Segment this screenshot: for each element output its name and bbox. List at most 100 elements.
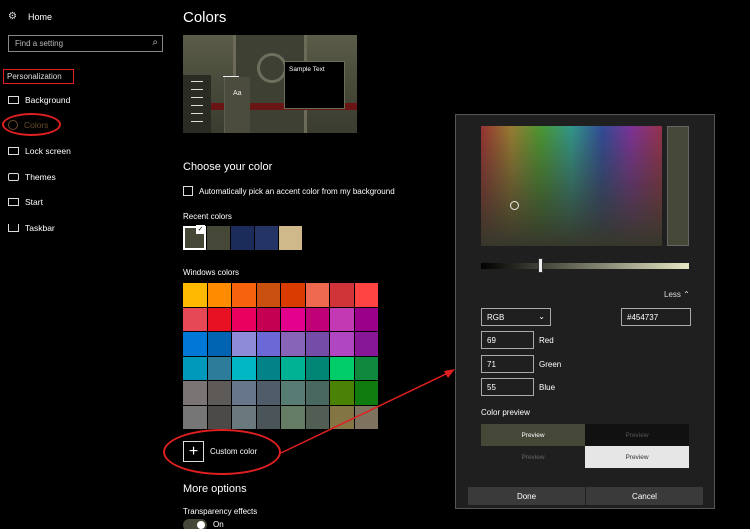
preview-tile: Aa (224, 77, 250, 133)
sidebar-item-start[interactable]: Start (8, 197, 43, 207)
windows-color-swatch[interactable] (256, 381, 280, 405)
windows-color-swatch[interactable] (207, 405, 231, 429)
windows-color-swatch[interactable] (305, 405, 329, 429)
sidebar-item-label: Taskbar (25, 223, 55, 233)
red-input[interactable]: 69 (481, 331, 534, 349)
windows-color-swatch[interactable] (183, 405, 207, 429)
windows-color-swatch[interactable] (183, 356, 207, 380)
annotation-circle-custom (163, 429, 281, 475)
recent-color-swatch[interactable] (255, 226, 278, 250)
windows-color-swatch[interactable] (330, 332, 354, 356)
windows-color-swatch[interactable] (281, 332, 305, 356)
windows-color-swatch[interactable] (354, 307, 378, 331)
sidebar-item-taskbar[interactable]: Taskbar (8, 223, 55, 233)
search-placeholder: Find a setting (15, 39, 64, 48)
sidebar-item-lock-screen[interactable]: Lock screen (8, 146, 71, 156)
windows-color-swatch[interactable] (281, 307, 305, 331)
windows-color-swatch[interactable] (232, 307, 256, 331)
windows-color-swatch[interactable] (354, 356, 378, 380)
windows-color-swatch[interactable] (305, 332, 329, 356)
windows-color-swatch[interactable] (330, 356, 354, 380)
windows-color-swatch[interactable] (330, 307, 354, 331)
windows-color-swatch[interactable] (281, 356, 305, 380)
windows-color-swatch[interactable] (183, 381, 207, 405)
preview-light-bg: Preview (585, 446, 689, 468)
windows-color-swatch[interactable] (232, 405, 256, 429)
windows-color-swatch[interactable] (281, 381, 305, 405)
spectrum-cursor[interactable] (510, 201, 519, 210)
windows-colors-grid (183, 283, 378, 429)
green-input[interactable]: 71 (481, 355, 534, 373)
taskbar-icon (8, 224, 19, 232)
windows-color-swatch[interactable] (330, 405, 354, 429)
more-options-heading: More options (183, 483, 247, 495)
windows-color-swatch[interactable] (330, 381, 354, 405)
brightness-slider-thumb[interactable] (538, 258, 543, 273)
windows-color-swatch[interactable] (305, 356, 329, 380)
windows-color-swatch[interactable] (305, 381, 329, 405)
windows-color-swatch[interactable] (256, 332, 280, 356)
sidebar-item-background[interactable]: Background (8, 95, 70, 105)
windows-color-swatch[interactable] (281, 283, 305, 307)
windows-color-swatch[interactable] (354, 405, 378, 429)
auto-pick-option[interactable]: Automatically pick an accent color from … (183, 186, 395, 196)
recent-color-swatch[interactable] (183, 225, 206, 250)
home-label: Home (28, 11, 53, 22)
windows-color-swatch[interactable] (207, 307, 231, 331)
windows-color-swatch[interactable] (232, 356, 256, 380)
windows-color-swatch[interactable] (256, 307, 280, 331)
windows-color-swatch[interactable] (354, 332, 378, 356)
windows-color-swatch[interactable] (183, 283, 207, 307)
annotation-circle-colors (2, 113, 61, 136)
hex-input[interactable]: #454737 (621, 308, 691, 326)
recent-colors-label: Recent colors (183, 212, 232, 221)
blue-input[interactable]: 55 (481, 378, 534, 396)
windows-color-swatch[interactable] (305, 283, 329, 307)
chevron-up-icon: ⌃ (683, 290, 690, 299)
sidebar-item-label: Background (25, 95, 71, 105)
windows-color-swatch[interactable] (232, 332, 256, 356)
windows-colors-label: Windows colors (183, 268, 240, 277)
auto-pick-checkbox[interactable] (183, 186, 193, 196)
windows-color-swatch[interactable] (256, 283, 280, 307)
transparency-toggle[interactable] (183, 519, 207, 529)
done-button[interactable]: Done (468, 487, 585, 505)
sidebar-item-themes[interactable]: Themes (8, 172, 56, 182)
recent-color-swatch[interactable] (231, 226, 254, 250)
cancel-button[interactable]: Cancel (586, 487, 703, 505)
blue-label: Blue (539, 383, 556, 392)
red-label: Red (539, 336, 554, 345)
windows-color-swatch[interactable] (207, 356, 231, 380)
windows-color-swatch[interactable] (281, 405, 305, 429)
windows-color-swatch[interactable] (354, 381, 378, 405)
color-mode-select[interactable]: RGB ⌄ (481, 308, 551, 326)
windows-color-swatch[interactable] (207, 381, 231, 405)
windows-color-swatch[interactable] (207, 283, 231, 307)
windows-color-swatch[interactable] (232, 283, 256, 307)
monitor-icon (8, 147, 19, 155)
windows-color-swatch[interactable] (183, 307, 207, 331)
preview-wallpaper-wheel (257, 53, 287, 83)
search-input[interactable]: Find a setting ⌕ (8, 35, 163, 52)
custom-color-dialog: Less ⌃ RGB ⌄ #454737 69 Red 71 Green 55 … (455, 114, 715, 509)
color-preview-label: Color preview (481, 408, 530, 417)
brightness-slider[interactable] (481, 263, 689, 269)
recent-color-swatch[interactable] (207, 226, 230, 250)
windows-color-swatch[interactable] (305, 307, 329, 331)
windows-color-swatch[interactable] (256, 405, 280, 429)
windows-color-swatch[interactable] (183, 332, 207, 356)
home-link[interactable]: ⚙ Home (8, 11, 52, 22)
recent-color-swatch[interactable] (279, 226, 302, 250)
windows-color-swatch[interactable] (232, 381, 256, 405)
sidebar-item-label: Start (25, 197, 43, 207)
windows-color-swatch[interactable] (256, 356, 280, 380)
windows-color-swatch[interactable] (330, 283, 354, 307)
color-mode-value: RGB (487, 313, 505, 322)
start-grid-icon (8, 198, 19, 206)
section-personalization: Personalization (3, 69, 74, 84)
picture-icon (8, 96, 19, 104)
color-spectrum[interactable] (481, 126, 662, 246)
windows-color-swatch[interactable] (207, 332, 231, 356)
less-toggle[interactable]: Less ⌃ (664, 290, 690, 299)
windows-color-swatch[interactable] (354, 283, 378, 307)
